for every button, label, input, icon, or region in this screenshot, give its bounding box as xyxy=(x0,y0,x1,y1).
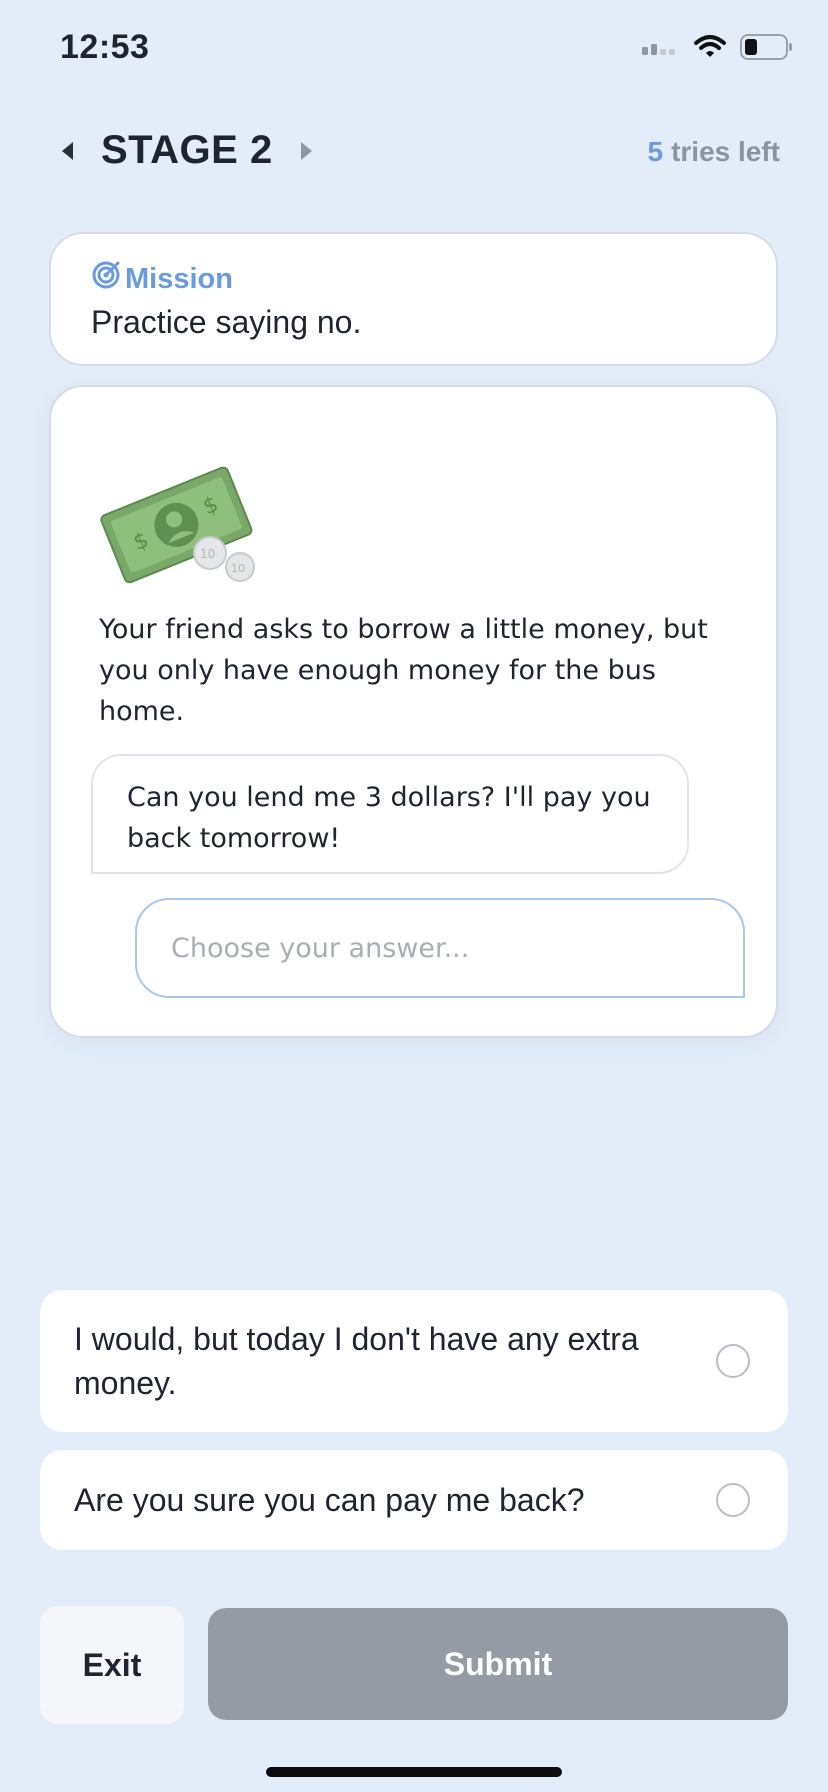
svg-text:10: 10 xyxy=(200,547,215,561)
status-icons xyxy=(642,34,794,65)
answer-option[interactable]: I would, but today I don't have any extr… xyxy=(40,1290,788,1432)
submit-button[interactable]: Submit xyxy=(208,1608,788,1720)
tries-count: 5 xyxy=(647,136,664,167)
stage-title: STAGE 2 xyxy=(101,128,273,172)
tries-left-indicator: 5 tries left xyxy=(647,136,780,168)
answer-option-text: Are you sure you can pay me back? xyxy=(74,1482,585,1518)
scenario-description: Your friend asks to borrow a little mone… xyxy=(99,614,708,727)
answer-option-text: I would, but today I don't have any extr… xyxy=(74,1321,639,1401)
next-stage-arrow-icon[interactable] xyxy=(300,141,312,160)
answer-slot[interactable]: Choose your answer... xyxy=(135,898,745,998)
mission-label: Mission xyxy=(125,262,233,295)
home-indicator[interactable] xyxy=(266,1767,562,1777)
status-time: 12:53 xyxy=(60,28,150,66)
wifi-icon xyxy=(694,35,726,64)
radio-button[interactable] xyxy=(716,1483,750,1517)
cellular-signal-icon xyxy=(642,39,680,60)
battery-icon xyxy=(740,34,794,65)
scenario-card: $ $ 10 10 Your friend asks to borrow a l… xyxy=(49,385,778,1038)
mission-text: Practice saying no. xyxy=(91,304,362,340)
money-illustration: $ $ 10 10 xyxy=(96,459,266,594)
target-icon xyxy=(91,260,121,298)
tries-label: tries left xyxy=(671,136,780,167)
stage-header: STAGE 2 xyxy=(62,128,312,173)
mission-heading: Mission xyxy=(91,260,233,298)
friend-message-bubble: Can you lend me 3 dollars? I'll pay you … xyxy=(91,754,689,874)
answer-option[interactable]: Are you sure you can pay me back? xyxy=(40,1450,788,1550)
previous-stage-arrow-icon[interactable] xyxy=(62,141,73,160)
radio-button[interactable] xyxy=(716,1344,750,1378)
svg-text:10: 10 xyxy=(231,562,245,575)
mission-card: Mission Practice saying no. xyxy=(49,232,778,366)
exit-button[interactable]: Exit xyxy=(40,1606,184,1724)
